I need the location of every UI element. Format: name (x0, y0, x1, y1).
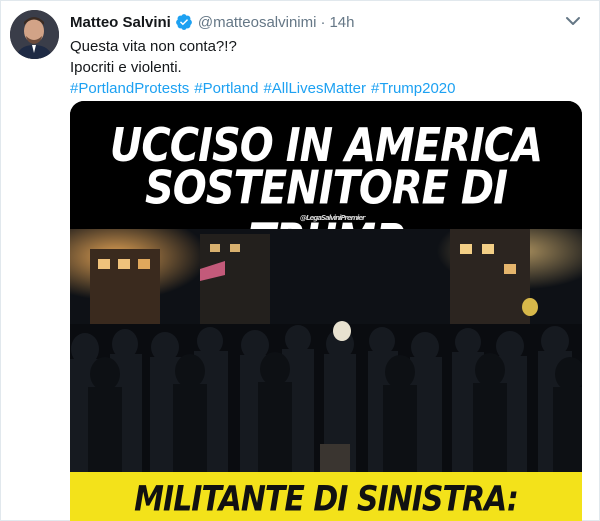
protest-photo (70, 229, 582, 472)
tweet-text-line: Ipocriti e violenti. (70, 59, 182, 76)
hashtag-list: #PortlandProtests #Portland #AllLivesMatte… (70, 78, 461, 99)
chevron-down-icon[interactable] (564, 12, 582, 30)
hashtag-link[interactable]: #PortlandProtests (70, 80, 189, 97)
author-name[interactable]: Matteo Salvini (70, 14, 171, 31)
watermark: @LegaSalviniPremier (300, 214, 365, 222)
verified-badge-icon (175, 13, 193, 31)
tweet-media[interactable]: UCCISO IN AMERICA SOSTENITORE DI TRUMP @… (70, 101, 582, 521)
media-banner: MILITANTE DI SINISTRA: (70, 472, 582, 521)
separator-dot: · (320, 13, 326, 31)
tweet-timestamp[interactable]: 14h (329, 14, 354, 31)
hashtag-link[interactable]: #Portland (194, 80, 258, 97)
hashtag-link[interactable]: #Trump2020 (371, 80, 456, 97)
avatar[interactable] (10, 10, 59, 59)
tweet-header: Matteo Salvini @matteosalvinimi · 14h (70, 11, 560, 33)
tweet-body: Questa vita non conta?!? Ipocriti e viol… (70, 36, 461, 99)
banner-text: MILITANTE DI SINISTRA: (134, 479, 519, 520)
hashtag-link[interactable]: #AllLivesMatter (263, 80, 366, 97)
media-headline: UCCISO IN AMERICA SOSTENITORE DI TRUMP @… (70, 101, 582, 268)
author-handle[interactable]: @matteosalvinimi (198, 14, 317, 31)
tweet-text-line: Questa vita non conta?!? (70, 38, 237, 55)
